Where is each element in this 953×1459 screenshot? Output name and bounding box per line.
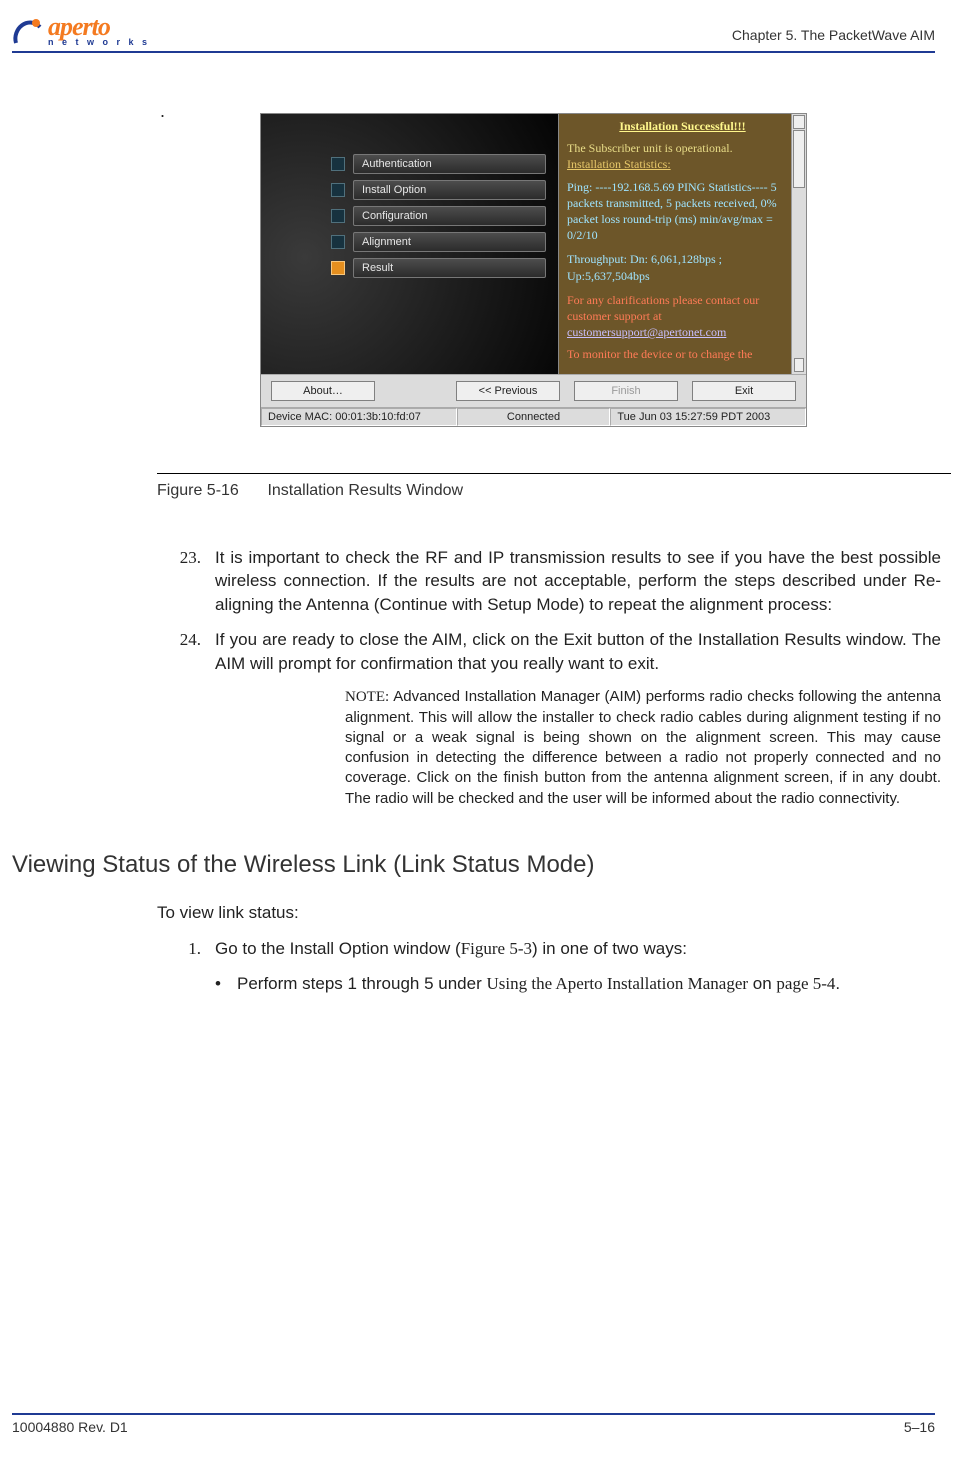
- page-footer: 10004880 Rev. D1 5–16: [0, 1405, 953, 1435]
- wizard-step-configuration[interactable]: Configuration: [331, 206, 546, 226]
- status-bar: Device MAC: 00:01:3b:10:fd:07 Connected …: [261, 407, 806, 426]
- result-scrollbar[interactable]: [791, 114, 806, 374]
- bullet-text: Perform steps 1 through 5 under Using th…: [237, 972, 840, 995]
- step-number: 24.: [157, 628, 215, 675]
- step-text: It is important to check the RF and IP t…: [215, 546, 941, 616]
- note-label: NOTE:: [345, 689, 393, 705]
- step-23: 23. It is important to check the RF and …: [157, 546, 941, 616]
- scroll-thumb[interactable]: [793, 130, 805, 188]
- previous-button[interactable]: << Previous: [456, 381, 560, 401]
- wizard-toolbar: About… << Previous Finish Exit: [261, 374, 806, 407]
- about-button[interactable]: About…: [271, 381, 375, 401]
- step-number: 23.: [157, 546, 215, 616]
- bullet-icon: •: [215, 972, 237, 995]
- scroll-up-icon[interactable]: [793, 115, 805, 129]
- brand-subtitle: n e t w o r k s: [48, 38, 150, 47]
- scroll-down-icon[interactable]: [794, 358, 804, 372]
- xref-link[interactable]: Using the Aperto Installation Manager: [486, 974, 748, 993]
- header-rule: [12, 51, 935, 53]
- logo-swoosh-icon: [12, 17, 42, 47]
- figure-caption: Figure 5-16 Installation Results Window: [157, 482, 953, 500]
- result-monitor: To monitor the device or to change the: [567, 346, 798, 362]
- figure-number: Figure 5-16: [157, 482, 263, 500]
- status-mac: Device MAC: 00:01:3b:10:fd:07: [261, 408, 457, 426]
- sub-bullet-1: • Perform steps 1 through 5 under Using …: [215, 972, 941, 995]
- step-indicator-icon: [331, 183, 345, 197]
- status-conn: Connected: [457, 408, 611, 426]
- brand-logo: aperto n e t w o r k s: [12, 14, 150, 47]
- page-header: aperto n e t w o r k s Chapter 5. The Pa…: [0, 0, 953, 53]
- step-text: Go to the Install Option window (Figure …: [215, 937, 941, 960]
- step-label: Authentication: [353, 154, 546, 174]
- step-indicator-icon: [331, 261, 345, 275]
- result-stats-line: Installation Statistics:: [567, 156, 798, 172]
- step-indicator-icon: [331, 235, 345, 249]
- header-line: aperto n e t w o r k s Chapter 5. The Pa…: [12, 14, 935, 47]
- step-1: 1. Go to the Install Option window (Figu…: [157, 937, 941, 960]
- page-ref[interactable]: page 5-4: [776, 974, 835, 993]
- instruction-list: 23. It is important to check the RF and …: [157, 546, 941, 809]
- section-heading: Viewing Status of the Wireless Link (Lin…: [12, 851, 953, 879]
- step-number: 1.: [157, 937, 215, 960]
- figure-rule: [157, 473, 951, 474]
- wizard-step-authentication[interactable]: Authentication: [331, 154, 546, 174]
- step-label: Alignment: [353, 232, 546, 252]
- result-title: Installation Successful!!!: [567, 118, 798, 134]
- result-panel: Installation Successful!!! The Subscribe…: [558, 114, 806, 374]
- note-block: NOTE: Advanced Installation Manager (AIM…: [345, 687, 941, 809]
- step-indicator-icon: [331, 209, 345, 223]
- screenshot-figure: . AuthenticationInstall OptionConfigurat…: [260, 113, 807, 427]
- result-throughput: Throughput: Dn: 6,061,128bps ; Up:5,637,…: [567, 251, 798, 283]
- figure-leader-dot: .: [160, 101, 165, 122]
- result-email-link[interactable]: customersupport@apertonet.com: [567, 324, 798, 340]
- status-time: Tue Jun 03 15:27:59 PDT 2003: [610, 408, 806, 426]
- figure-ref: Figure 5-3: [461, 939, 532, 958]
- wizard-step-alignment[interactable]: Alignment: [331, 232, 546, 252]
- intro-para: To view link status:: [157, 903, 941, 923]
- step-label: Install Option: [353, 180, 546, 200]
- installer-window: Authentication Install Option Configuratio…: [260, 113, 807, 427]
- result-ping: Ping: ----192.168.5.69 PING Statistics--…: [567, 179, 798, 244]
- page-num: 5–16: [904, 1419, 935, 1435]
- step-24: 24. If you are ready to close the AIM, c…: [157, 628, 941, 675]
- note-body: Advanced Installation Manager (AIM) perf…: [345, 688, 941, 806]
- chapter-label: Chapter 5. The PacketWave AIM: [732, 27, 935, 47]
- step-text: If you are ready to close the AIM, click…: [215, 628, 941, 675]
- figure-title: Installation Results Window: [267, 482, 463, 499]
- step-label: Configuration: [353, 206, 546, 226]
- footer-rule: [12, 1413, 935, 1415]
- result-contact: For any clarifications please contact ou…: [567, 292, 798, 324]
- wizard-step-list: Authentication Install Option Configuratio…: [261, 114, 558, 374]
- step-label: Result: [353, 258, 546, 278]
- step-indicator-icon: [331, 157, 345, 171]
- result-op-line: The Subscriber unit is operational.: [567, 140, 798, 156]
- doc-rev: 10004880 Rev. D1: [12, 1419, 128, 1435]
- finish-button: Finish: [574, 381, 678, 401]
- wizard-step-install-option[interactable]: Install Option: [331, 180, 546, 200]
- wizard-step-result[interactable]: Result: [331, 258, 546, 278]
- exit-button[interactable]: Exit: [692, 381, 796, 401]
